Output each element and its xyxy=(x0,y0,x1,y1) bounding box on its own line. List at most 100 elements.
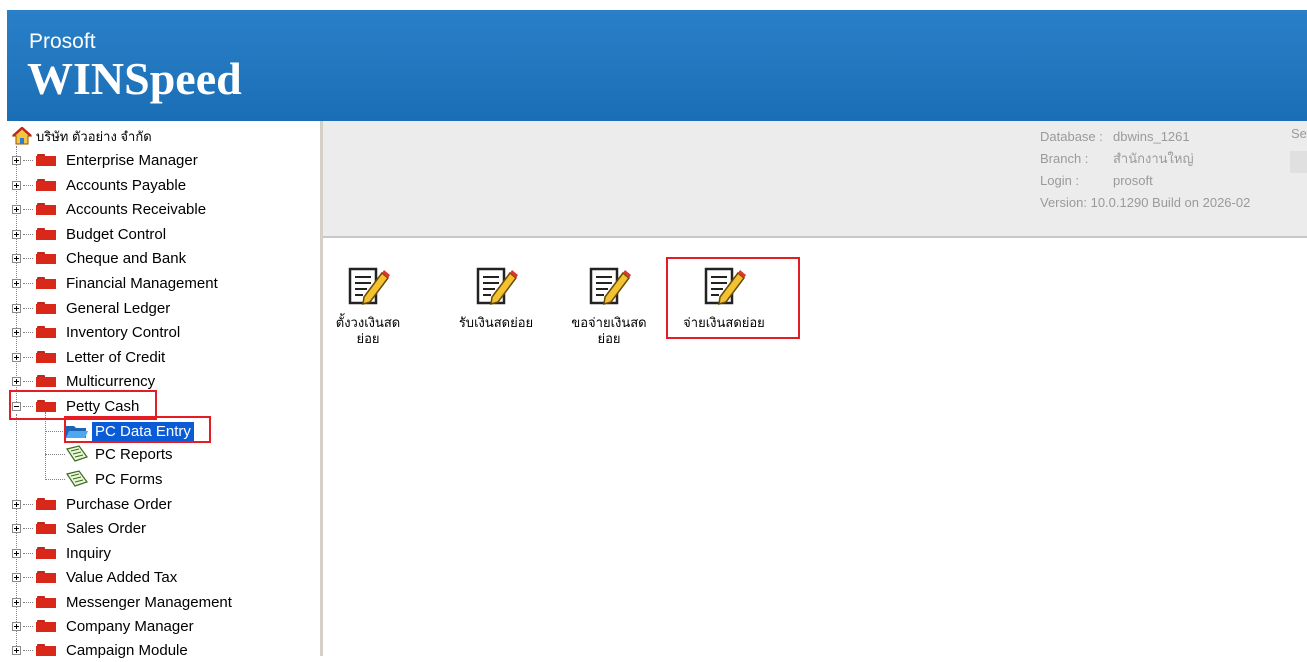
icon-label-line1: ตั้งวงเงินสด xyxy=(335,315,401,330)
tree-item-financial-management[interactable]: Financial Management xyxy=(12,271,218,295)
tree-item-purchase-order[interactable]: Purchase Order xyxy=(12,492,172,516)
form-icon xyxy=(66,470,88,487)
expand-icon[interactable] xyxy=(12,204,21,214)
brand-winspeed: WINSpeed xyxy=(27,53,242,104)
tree-item-campaign-module[interactable]: Campaign Module xyxy=(12,638,188,662)
folder-icon xyxy=(35,351,57,363)
expand-icon[interactable] xyxy=(12,327,21,337)
folder-icon xyxy=(35,571,57,583)
icon-set-petty-cash-limit[interactable]: ตั้งวงเงินสด ย่อย xyxy=(312,265,424,347)
highlight-pay-petty-cash xyxy=(666,257,800,339)
folder-icon xyxy=(35,547,57,559)
tree-item-label: Letter of Credit xyxy=(66,348,166,366)
expand-icon[interactable] xyxy=(12,376,21,386)
tree-item-accounts-receivable[interactable]: Accounts Receivable xyxy=(12,197,206,221)
tree-item-inquiry[interactable]: Inquiry xyxy=(12,541,111,565)
icon-request-petty-cash[interactable]: ขอจ่ายเงินสด ย่อย xyxy=(553,265,665,347)
expand-icon[interactable] xyxy=(12,548,21,558)
tree-item-letter-of-credit[interactable]: Letter of Credit xyxy=(12,345,165,369)
tree-item-label: Company Manager xyxy=(66,617,194,635)
icon-label-line2: ย่อย xyxy=(597,331,621,346)
folder-icon xyxy=(35,326,57,338)
tree-item-label: Multicurrency xyxy=(66,372,156,390)
icon-label-line2: ย่อย xyxy=(356,331,380,346)
session-info: Database : dbwins_1261 Branch : สำนักงานให… xyxy=(1040,126,1250,214)
tree-item-label: General Ledger xyxy=(66,299,171,317)
folder-icon xyxy=(35,620,57,632)
folder-icon xyxy=(35,179,57,191)
expand-icon[interactable] xyxy=(12,155,21,165)
tree-item-label: Accounts Payable xyxy=(66,176,187,194)
tree-item-label: PC Forms xyxy=(95,470,163,488)
tree-item-label: Enterprise Manager xyxy=(66,151,198,169)
folder-icon xyxy=(35,375,57,387)
icon-label-line1: รับเงินสดย่อย xyxy=(458,315,534,330)
tree-item-label: Sales Order xyxy=(66,519,147,537)
tree-item-label: Messenger Management xyxy=(66,593,232,611)
tree-item-enterprise-manager[interactable]: Enterprise Manager xyxy=(12,148,198,172)
expand-icon[interactable] xyxy=(12,253,21,263)
tree-item-cheque-and-bank[interactable]: Cheque and Bank xyxy=(12,246,186,270)
folder-icon xyxy=(35,498,57,510)
folder-icon xyxy=(35,154,57,166)
report-icon xyxy=(66,445,88,462)
tree-item-sales-order[interactable]: Sales Order xyxy=(12,516,146,540)
branch-value: สำนักงานใหญ่ xyxy=(1113,151,1194,166)
tree-item-label: Budget Control xyxy=(66,225,167,243)
tree-item-pc-forms[interactable]: PC Forms xyxy=(45,468,163,490)
info-box xyxy=(1290,151,1307,173)
tree-item-budget-control[interactable]: Budget Control xyxy=(12,222,166,246)
edit-document-icon xyxy=(589,267,631,306)
edit-document-icon xyxy=(476,267,518,306)
tree-root-company[interactable]: บริษัท ตัวอย่าง จำกัด xyxy=(12,126,152,146)
tree-item-label: Financial Management xyxy=(66,274,218,292)
version-text: Version: 10.0.1290 Build on 2026-02 xyxy=(1040,195,1251,210)
branch-label: Branch : xyxy=(1040,151,1089,166)
icon-receive-petty-cash[interactable]: รับเงินสดย่อย xyxy=(440,265,552,331)
icon-label-line1: ขอจ่ายเงินสด xyxy=(571,315,647,330)
expand-icon[interactable] xyxy=(12,229,21,239)
expand-icon[interactable] xyxy=(12,278,21,288)
tree-item-label: PC Reports xyxy=(95,445,173,463)
folder-icon xyxy=(35,596,57,608)
highlight-pc-data-entry xyxy=(64,416,211,443)
expand-icon[interactable] xyxy=(12,180,21,190)
tree-item-value-added-tax[interactable]: Value Added Tax xyxy=(12,565,177,589)
login-label: Login : xyxy=(1040,173,1080,188)
tree-item-messenger-management[interactable]: Messenger Management xyxy=(12,590,232,614)
tree-root-label: บริษัท ตัวอย่าง จำกัด xyxy=(36,128,152,144)
expand-icon[interactable] xyxy=(12,352,21,362)
expand-icon[interactable] xyxy=(12,645,21,655)
folder-icon xyxy=(35,228,57,240)
tree-item-inventory-control[interactable]: Inventory Control xyxy=(12,320,180,344)
expand-icon[interactable] xyxy=(12,572,21,582)
database-label: Database : xyxy=(1040,129,1103,144)
database-value: dbwins_1261 xyxy=(1113,129,1190,144)
home-icon xyxy=(12,127,32,145)
expand-icon[interactable] xyxy=(12,621,21,631)
app-header: Prosoft WINSpeed xyxy=(7,10,1307,121)
expand-icon[interactable] xyxy=(12,597,21,607)
tree-item-label: Cheque and Bank xyxy=(66,249,187,267)
tree-item-company-manager[interactable]: Company Manager xyxy=(12,614,194,638)
brand-prosoft: Prosoft xyxy=(29,30,96,53)
tree-item-label: Purchase Order xyxy=(66,495,172,513)
edit-document-icon xyxy=(348,267,390,306)
folder-icon xyxy=(35,252,57,264)
tree-item-label: Inquiry xyxy=(66,544,112,562)
folder-icon xyxy=(35,644,57,656)
expand-icon[interactable] xyxy=(12,303,21,313)
login-value: prosoft xyxy=(1113,173,1153,188)
folder-icon xyxy=(35,302,57,314)
tree-item-general-ledger[interactable]: General Ledger xyxy=(12,296,170,320)
tree-item-accounts-payable[interactable]: Accounts Payable xyxy=(12,173,186,197)
folder-icon xyxy=(35,203,57,215)
expand-icon[interactable] xyxy=(12,523,21,533)
folder-icon xyxy=(35,277,57,289)
tree-item-label: Value Added Tax xyxy=(66,568,178,586)
panel-divider xyxy=(323,236,1307,238)
tree-item-pc-reports[interactable]: PC Reports xyxy=(45,443,173,465)
folder-icon xyxy=(35,522,57,534)
expand-icon[interactable] xyxy=(12,499,21,509)
tree-item-label: Inventory Control xyxy=(66,323,181,341)
